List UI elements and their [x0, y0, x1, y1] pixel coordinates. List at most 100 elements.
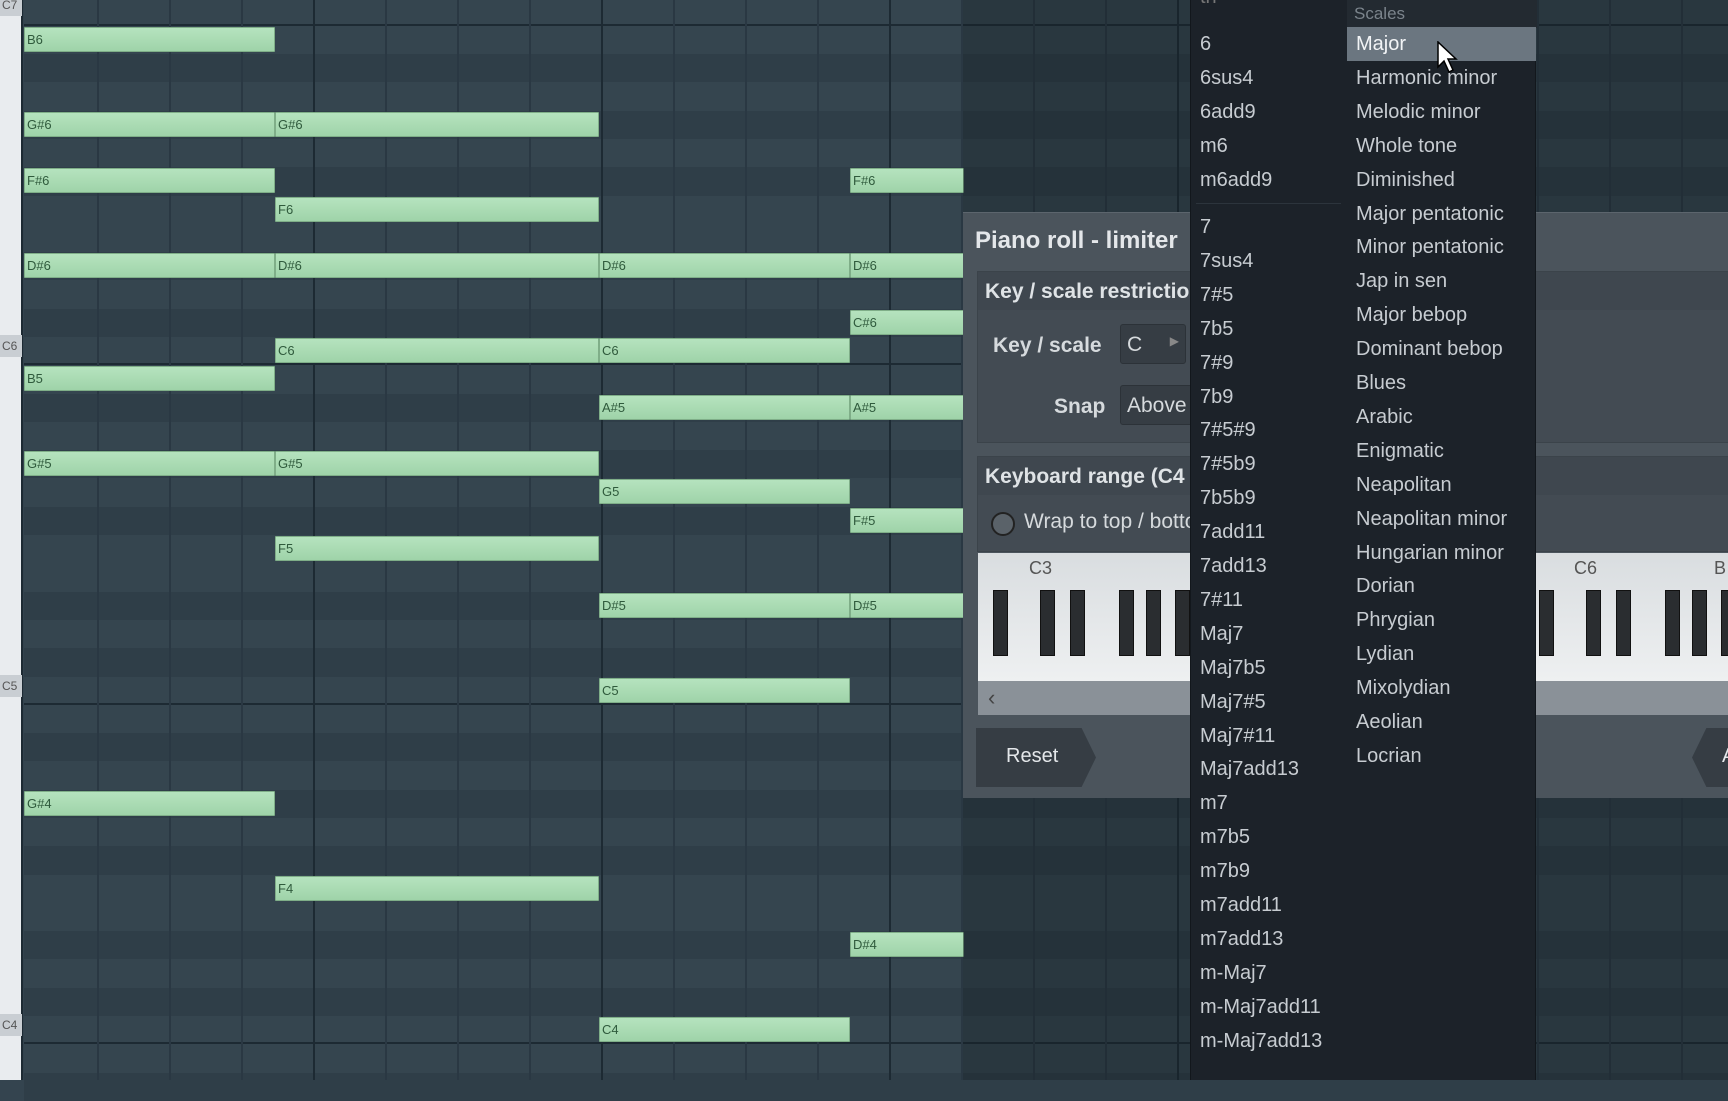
black-key[interactable]	[1070, 590, 1085, 656]
black-key[interactable]	[1616, 590, 1631, 656]
menu-item[interactable]: 7#5#9	[1191, 413, 1341, 447]
note[interactable]: G5	[599, 479, 850, 505]
note[interactable]: F#6	[24, 168, 275, 194]
menu-item[interactable]: 7#9	[1191, 346, 1341, 380]
note[interactable]: C6	[275, 338, 599, 364]
black-key[interactable]	[1721, 590, 1728, 656]
menu-item[interactable]: Maj7#11	[1191, 719, 1341, 753]
menu-item[interactable]: m7	[1191, 786, 1341, 820]
note[interactable]: G#5	[275, 451, 599, 477]
note[interactable]: F5	[275, 536, 599, 562]
menu-item[interactable]: 7b5b9	[1191, 481, 1341, 515]
menu-item[interactable]: 7b9	[1191, 380, 1341, 414]
black-key[interactable]	[1175, 590, 1190, 656]
note[interactable]: C4	[599, 1017, 850, 1042]
key-dropdown[interactable]: C ▶	[1120, 324, 1186, 364]
menu-item[interactable]: m7b5	[1191, 820, 1341, 854]
menu-item[interactable]: 7#11	[1191, 583, 1341, 617]
note[interactable]: D#5	[850, 592, 964, 618]
black-key[interactable]	[1119, 590, 1134, 656]
menu-item[interactable]: Neapolitan minor	[1347, 502, 1536, 536]
menu-item[interactable]: 7#5b9	[1191, 447, 1341, 481]
menu-item[interactable]: Phrygian	[1347, 603, 1536, 637]
black-key[interactable]	[1040, 590, 1055, 656]
menu-item[interactable]: 7	[1191, 210, 1341, 244]
menu-item[interactable]: m-Maj7	[1191, 956, 1341, 990]
menu-item[interactable]: Dominant bebop	[1347, 332, 1536, 366]
note[interactable]: A#5	[599, 394, 850, 420]
menu-item[interactable]: Hungarian minor	[1347, 536, 1536, 570]
black-key[interactable]	[993, 590, 1008, 656]
menu-item-partial[interactable]: th	[1200, 0, 1217, 14]
menu-item[interactable]: Blues	[1347, 366, 1536, 400]
menu-item[interactable]: 7add13	[1191, 549, 1341, 583]
black-key[interactable]	[1146, 590, 1161, 656]
note[interactable]: F6	[275, 196, 599, 222]
note[interactable]: G#6	[275, 111, 599, 137]
note[interactable]: A#5	[850, 394, 964, 420]
note[interactable]: F#6	[850, 168, 964, 194]
note[interactable]: B6	[24, 26, 275, 52]
note[interactable]: G#4	[24, 790, 275, 816]
menu-item[interactable]: m7b9	[1191, 854, 1341, 888]
wrap-radio[interactable]	[991, 512, 1015, 536]
menu-item[interactable]: Whole tone	[1347, 129, 1536, 163]
octave-label: C3	[1029, 558, 1053, 578]
menu-item[interactable]: Neapolitan	[1347, 468, 1536, 502]
menu-item[interactable]: m7add13	[1191, 922, 1341, 956]
note[interactable]: D#6	[24, 253, 275, 279]
chord-scale-menu: Scales th 66sus46add9m6m6add977sus47#57b…	[1190, 0, 1537, 1080]
note[interactable]: B5	[24, 366, 275, 392]
reset-button[interactable]: Reset	[976, 728, 1096, 787]
menu-item[interactable]: Locrian	[1347, 739, 1536, 773]
menu-item[interactable]: Arabic	[1347, 400, 1536, 434]
note[interactable]: F4	[275, 875, 599, 901]
note[interactable]: D#6	[599, 253, 850, 279]
note[interactable]: D#4	[850, 932, 964, 958]
note[interactable]: D#5	[599, 592, 850, 618]
note[interactable]: D#6	[275, 253, 599, 279]
menu-item[interactable]: Maj7#5	[1191, 685, 1341, 719]
note[interactable]: C#6	[850, 309, 964, 335]
menu-item[interactable]: Maj7	[1191, 617, 1341, 651]
black-key[interactable]	[1692, 590, 1707, 656]
menu-item[interactable]: Major pentatonic	[1347, 197, 1536, 231]
menu-item[interactable]: Jap in sen	[1347, 264, 1536, 298]
piano-keyboard-sidebar[interactable]: C7 C6 C5 C4	[0, 0, 23, 1080]
menu-item[interactable]: 6add9	[1191, 95, 1341, 129]
menu-item[interactable]: Lydian	[1347, 637, 1536, 671]
black-key[interactable]	[1665, 590, 1680, 656]
note[interactable]: G#6	[24, 111, 275, 137]
menu-item[interactable]: 6sus4	[1191, 61, 1341, 95]
menu-item[interactable]: Melodic minor	[1347, 95, 1536, 129]
menu-item[interactable]: m6	[1191, 129, 1341, 163]
scroll-left-icon[interactable]: ‹	[988, 685, 995, 711]
menu-item[interactable]: Dorian	[1347, 569, 1536, 603]
menu-item[interactable]: 7sus4	[1191, 244, 1341, 278]
menu-item[interactable]: m-Maj7add11	[1191, 990, 1341, 1024]
menu-item[interactable]: 7b5	[1191, 312, 1341, 346]
black-key[interactable]	[1539, 590, 1554, 656]
menu-item[interactable]: Aeolian	[1347, 705, 1536, 739]
menu-item[interactable]: m6add9	[1191, 163, 1341, 197]
menu-item[interactable]: 6	[1191, 27, 1341, 61]
accept-button[interactable]: A	[1692, 728, 1728, 787]
menu-item[interactable]: Mixolydian	[1347, 671, 1536, 705]
menu-item[interactable]: Enigmatic	[1347, 434, 1536, 468]
note[interactable]: G#5	[24, 451, 275, 477]
menu-item[interactable]: Maj7b5	[1191, 651, 1341, 685]
menu-item[interactable]: Major bebop	[1347, 298, 1536, 332]
mouse-cursor-icon	[1437, 41, 1458, 74]
note[interactable]: C5	[599, 677, 850, 703]
black-key[interactable]	[1586, 590, 1601, 656]
menu-item[interactable]: Diminished	[1347, 163, 1536, 197]
menu-item[interactable]: Minor pentatonic	[1347, 230, 1536, 264]
menu-item[interactable]: m7add11	[1191, 888, 1341, 922]
note[interactable]: F#5	[850, 507, 964, 533]
note[interactable]: C6	[599, 338, 850, 364]
menu-item[interactable]: 7add11	[1191, 515, 1341, 549]
menu-item[interactable]: m-Maj7add13	[1191, 1024, 1341, 1058]
menu-item[interactable]: 7#5	[1191, 278, 1341, 312]
menu-item[interactable]: Maj7add13	[1191, 752, 1341, 786]
note[interactable]: D#6	[850, 253, 964, 279]
